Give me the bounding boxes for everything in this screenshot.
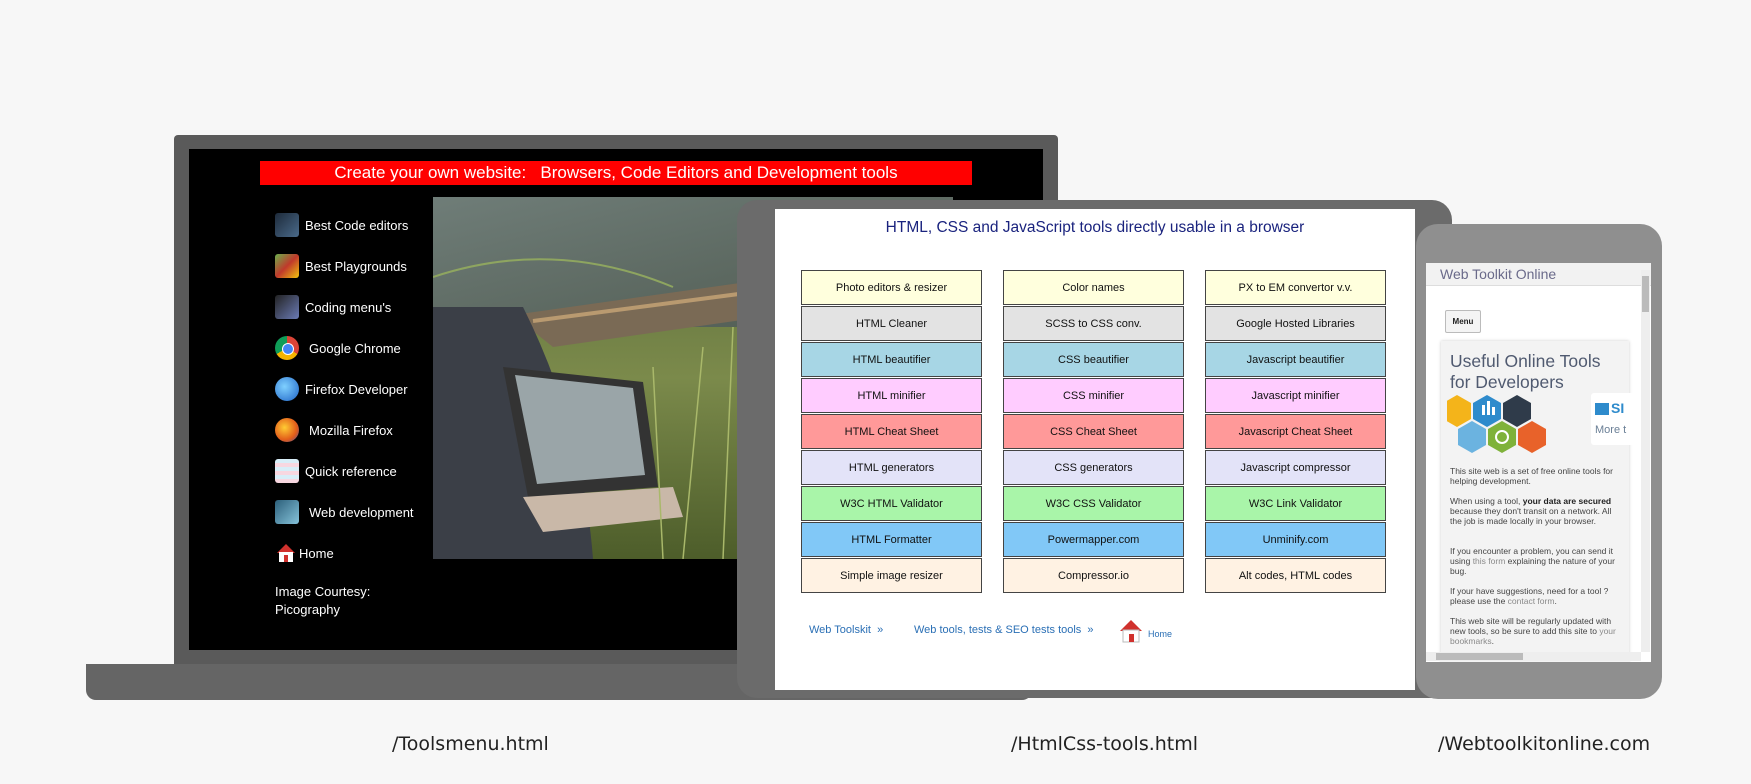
horizontal-scrollbar[interactable]: [1426, 652, 1641, 661]
tool-button[interactable]: HTML generators: [801, 450, 982, 485]
tool-button[interactable]: HTML Formatter: [801, 522, 982, 557]
playground-icon: [275, 254, 299, 278]
contact-form-link[interactable]: contact form: [1508, 596, 1555, 606]
web-toolskit-link[interactable]: Web Toolskit »: [809, 624, 883, 636]
menu-item-playgrounds[interactable]: Best Playgrounds: [275, 252, 407, 280]
tool-button[interactable]: HTML Cheat Sheet: [801, 414, 982, 449]
menu-item-chrome[interactable]: Google Chrome: [275, 334, 401, 362]
vertical-scroll-thumb[interactable]: [1642, 276, 1649, 312]
home-link-label: Home: [1148, 628, 1173, 639]
chrome-icon: [275, 336, 299, 360]
tool-button[interactable]: W3C Link Validator: [1205, 486, 1386, 521]
firefox-icon: [275, 418, 299, 442]
tool-button[interactable]: CSS minifier: [1003, 378, 1184, 413]
code-editor-icon: [275, 213, 299, 237]
tools-column-css: Color names SCSS to CSS conv. CSS beauti…: [1003, 270, 1184, 593]
tools-hexagon-graphic: [1443, 395, 1587, 460]
menu-item-web-development[interactable]: Web development: [275, 498, 414, 526]
bar-chart-icon: [1595, 403, 1609, 415]
tool-button[interactable]: HTML beautifier: [801, 342, 982, 377]
bug-form-link[interactable]: this form: [1473, 556, 1506, 566]
menu-item-label: Quick reference: [305, 463, 397, 479]
tool-button[interactable]: CSS beautifier: [1003, 342, 1184, 377]
intro-paragraph: This site web is a set of free online to…: [1450, 466, 1613, 486]
quick-reference-icon: [275, 459, 299, 483]
menu-item-label: Web development: [309, 504, 414, 520]
menu-item-label: Home: [299, 545, 334, 561]
tools-column-javascript: PX to EM convertor v.v. Google Hosted Li…: [1205, 270, 1386, 593]
image-courtesy: Image Courtesy: Picography: [275, 584, 371, 617]
tool-button[interactable]: Powermapper.com: [1003, 522, 1184, 557]
caption-webtoolkitonline: /Webtoolkitonline.com: [1438, 733, 1651, 755]
tool-button[interactable]: Compressor.io: [1003, 558, 1184, 593]
web-development-icon: [275, 500, 299, 524]
vertical-scrollbar[interactable]: [1641, 270, 1650, 652]
page-title: HTML, CSS and JavaScript tools directly …: [885, 219, 1305, 236]
menu-item-label: Coding menu's: [305, 299, 392, 315]
menu-item-code-editors[interactable]: Best Code editors: [275, 211, 408, 239]
menu-item-home[interactable]: Home: [275, 539, 334, 567]
tool-button[interactable]: Simple image resizer: [801, 558, 982, 593]
home-link[interactable]: Home: [1118, 618, 1172, 649]
security-paragraph: When using a tool, your data are secured…: [1450, 496, 1612, 526]
caption-toolsmenu: /Toolsmenu.html: [392, 733, 549, 755]
menu-item-label: Best Code editors: [305, 217, 409, 233]
tool-button[interactable]: HTML minifier: [801, 378, 982, 413]
tool-button[interactable]: W3C CSS Validator: [1003, 486, 1184, 521]
tool-button[interactable]: SCSS to CSS conv.: [1003, 306, 1184, 341]
page-banner: Create your own website: Browsers, Code …: [260, 161, 972, 185]
menu-item-label: Best Playgrounds: [305, 258, 407, 274]
menu-item-label: Google Chrome: [309, 340, 401, 356]
tool-button[interactable]: Javascript beautifier: [1205, 342, 1386, 377]
bug-report-paragraph: If you encounter a problem, you can send…: [1450, 546, 1615, 576]
horizontal-scroll-thumb[interactable]: [1436, 653, 1523, 660]
tool-button[interactable]: Javascript Cheat Sheet: [1205, 414, 1386, 449]
tools-column-html: Photo editors & resizer HTML Cleaner HTM…: [801, 270, 982, 593]
tool-button[interactable]: W3C HTML Validator: [801, 486, 982, 521]
tool-button[interactable]: Javascript minifier: [1205, 378, 1386, 413]
phone-screen: Web Toolkit Online Menu Useful Online To…: [1426, 263, 1651, 662]
home-icon: [1118, 618, 1144, 649]
firefox-developer-icon: [275, 377, 299, 401]
menu-item-label: Mozilla Firefox: [309, 422, 393, 438]
menu-button[interactable]: Menu: [1445, 310, 1481, 333]
tool-button[interactable]: Google Hosted Libraries: [1205, 306, 1386, 341]
intro-card: Useful Online Tools for Developers SI Mo…: [1441, 341, 1651, 662]
bookmarks-paragraph: This web site will be regularly updated …: [1450, 616, 1616, 646]
tool-button[interactable]: CSS generators: [1003, 450, 1184, 485]
menu-item-label: Firefox Developer: [305, 381, 408, 397]
caption-htmlcss-tools: /HtmlCss-tools.html: [1011, 733, 1199, 755]
tool-button[interactable]: Photo editors & resizer: [801, 270, 982, 305]
menu-item-firefox-developer[interactable]: Firefox Developer: [275, 375, 408, 403]
coding-menu-icon: [275, 295, 299, 319]
suggestions-paragraph: If your have suggestions, need for a too…: [1450, 586, 1609, 606]
tool-button[interactable]: Alt codes, HTML codes: [1205, 558, 1386, 593]
menu-item-firefox[interactable]: Mozilla Firefox: [275, 416, 393, 444]
site-title[interactable]: Web Toolkit Online: [1440, 266, 1556, 282]
tool-button[interactable]: HTML Cleaner: [801, 306, 982, 341]
tablet-screen: HTML, CSS and JavaScript tools directly …: [775, 209, 1415, 690]
tool-button[interactable]: CSS Cheat Sheet: [1003, 414, 1184, 449]
tool-button[interactable]: Javascript compressor: [1205, 450, 1386, 485]
card-title: Useful Online Tools for Developers: [1450, 351, 1601, 392]
seo-tools-link[interactable]: Web tools, tests & SEO tests tools »: [914, 624, 1094, 636]
tool-button[interactable]: Color names: [1003, 270, 1184, 305]
menu-item-coding-menus[interactable]: Coding menu's: [275, 293, 391, 321]
menu-item-quick-reference[interactable]: Quick reference: [275, 457, 397, 485]
tool-button[interactable]: Unminify.com: [1205, 522, 1386, 557]
home-icon: [275, 542, 297, 564]
tool-button[interactable]: PX to EM convertor v.v.: [1205, 270, 1386, 305]
